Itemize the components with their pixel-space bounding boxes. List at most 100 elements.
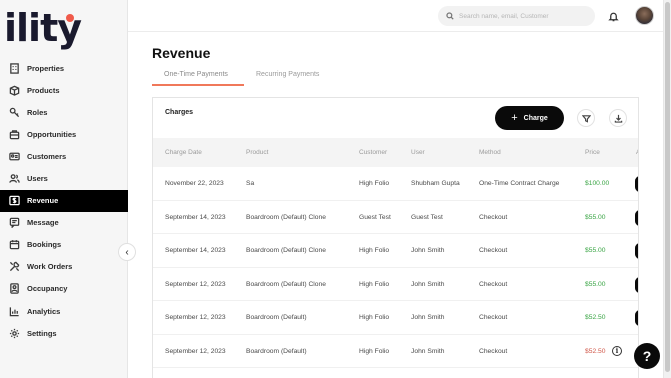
sidebar-item-occupancy[interactable]: Occupancy bbox=[0, 278, 128, 300]
sidebar-item-roles[interactable]: Roles bbox=[0, 101, 128, 123]
sidebar-item-products[interactable]: Products bbox=[0, 79, 128, 101]
cell-customer: High Folio bbox=[359, 180, 390, 187]
column-header-product[interactable]: Product bbox=[246, 149, 268, 156]
logo-dot bbox=[66, 14, 74, 22]
download-icon bbox=[614, 114, 622, 123]
user-avatar[interactable] bbox=[635, 6, 654, 25]
sidebar-item-work-orders[interactable]: Work Orders bbox=[0, 256, 128, 278]
search-input[interactable] bbox=[459, 12, 589, 20]
sidebar-item-properties[interactable]: Properties bbox=[0, 57, 128, 79]
box-icon bbox=[8, 84, 20, 96]
sidebar-item-label: Users bbox=[27, 174, 48, 184]
help-button[interactable]: ? bbox=[634, 343, 660, 369]
sidebar-item-message[interactable]: Message bbox=[0, 212, 128, 234]
notifications-button[interactable] bbox=[606, 9, 620, 23]
download-button[interactable] bbox=[609, 109, 627, 127]
dollar-icon bbox=[8, 195, 20, 207]
column-header-actions[interactable]: A bbox=[636, 149, 638, 156]
sidebar: ility Properties Products Roles Opportun… bbox=[0, 0, 128, 378]
cell-price: $100.00 bbox=[585, 180, 610, 187]
cell-method: One-Time Contract Charge bbox=[479, 180, 560, 187]
table-row[interactable]: September 12, 2023 Boardroom (Default) H… bbox=[153, 335, 638, 368]
cell-user: Guest Test bbox=[411, 213, 443, 221]
cell-user: John Smith bbox=[411, 280, 445, 288]
plus-icon: + bbox=[511, 112, 518, 124]
column-header-method[interactable]: Method bbox=[479, 149, 501, 156]
cell-charge-date: September 12, 2023 bbox=[165, 280, 226, 288]
sidebar-item-customers[interactable]: Customers bbox=[0, 145, 128, 167]
cell-user: Shubham Gupta bbox=[411, 180, 460, 187]
sidebar-item-label: Message bbox=[27, 218, 59, 228]
scrollbar-thumb[interactable] bbox=[665, 2, 670, 372]
table-row[interactable]: September 14, 2023 Boardroom (Default) C… bbox=[153, 234, 638, 268]
sidebar-item-users[interactable]: Users bbox=[0, 167, 128, 189]
topbar bbox=[128, 0, 671, 32]
sidebar-item-analytics[interactable]: Analytics bbox=[0, 300, 128, 322]
sidebar-item-label: Properties bbox=[27, 63, 65, 73]
logo[interactable]: ility bbox=[4, 4, 82, 48]
payment-tabs: One-Time Payments Recurring Payments bbox=[152, 68, 331, 86]
cell-customer: High Folio bbox=[359, 314, 390, 321]
cell-charge-date: November 22, 2023 bbox=[165, 180, 224, 187]
cell-method: Checkout bbox=[479, 314, 508, 321]
cell-charge-date: September 12, 2023 bbox=[165, 314, 226, 321]
table-row[interactable]: September 12, 2023 Boardroom (Default) C… bbox=[153, 268, 638, 301]
row-action-button[interactable] bbox=[635, 176, 638, 192]
row-action-button[interactable] bbox=[635, 209, 638, 226]
cell-method: Checkout bbox=[479, 247, 508, 254]
gear-icon bbox=[8, 327, 20, 339]
row-action-button[interactable] bbox=[635, 310, 638, 326]
add-charge-button[interactable]: + Charge bbox=[495, 106, 564, 130]
sidebar-collapse-button[interactable]: ‹ bbox=[118, 243, 136, 261]
cell-customer: Guest Test bbox=[359, 213, 391, 221]
sidebar-item-label: Occupancy bbox=[27, 284, 68, 294]
table-row[interactable]: September 14, 2023 Boardroom (Default) C… bbox=[153, 201, 638, 234]
sidebar-item-label: Customers bbox=[27, 151, 67, 161]
table-row[interactable]: September 12, 2023 Boardroom (Default) H… bbox=[153, 301, 638, 335]
sidebar-item-revenue[interactable]: Revenue bbox=[0, 189, 128, 212]
cell-customer: High Folio bbox=[359, 347, 390, 355]
sidebar-item-label: Opportunities bbox=[27, 129, 77, 139]
filter-button[interactable] bbox=[577, 109, 595, 127]
sidebar-item-settings[interactable]: Settings bbox=[0, 322, 128, 344]
column-header-customer[interactable]: Customer bbox=[359, 149, 387, 156]
page-title: Revenue bbox=[152, 45, 211, 61]
chevron-left-icon: ‹ bbox=[125, 246, 129, 258]
app-root: ility Properties Products Roles Opportun… bbox=[0, 0, 671, 378]
cell-method: Checkout bbox=[479, 347, 508, 355]
cell-method: Checkout bbox=[479, 213, 508, 221]
sidebar-item-label: Analytics bbox=[27, 306, 61, 316]
cell-product: Boardroom (Default) Clone bbox=[246, 247, 326, 254]
cell-price: $55.00 bbox=[585, 247, 606, 254]
bell-icon bbox=[607, 12, 619, 21]
sidebar-item-bookings[interactable]: Bookings bbox=[0, 234, 128, 256]
column-header-user[interactable]: User bbox=[411, 149, 425, 156]
cell-price: $52.50 bbox=[585, 347, 606, 355]
id-card-icon bbox=[8, 150, 20, 162]
key-icon bbox=[8, 106, 20, 118]
users-icon bbox=[8, 173, 20, 185]
row-action-button[interactable] bbox=[635, 276, 638, 293]
page-scrollbar[interactable] bbox=[663, 0, 671, 378]
search-box[interactable] bbox=[438, 6, 595, 26]
occupancy-icon bbox=[8, 283, 20, 295]
info-icon[interactable]: i bbox=[612, 345, 622, 356]
tab-recurring-payments[interactable]: Recurring Payments bbox=[244, 68, 331, 86]
cell-charge-date: September 14, 2023 bbox=[165, 247, 226, 254]
sidebar-item-label: Products bbox=[27, 85, 60, 95]
sidebar-item-opportunities[interactable]: Opportunities bbox=[0, 123, 128, 145]
sidebar-nav: Properties Products Roles Opportunities … bbox=[0, 57, 128, 344]
search-icon bbox=[446, 12, 454, 20]
row-action-button[interactable] bbox=[635, 243, 638, 259]
column-header-price[interactable]: Price bbox=[585, 149, 600, 156]
column-header-charge-date[interactable]: Charge Date bbox=[165, 149, 202, 156]
table-row[interactable]: November 22, 2023 Sa High Folio Shubham … bbox=[153, 167, 638, 201]
sidebar-item-label: Revenue bbox=[27, 196, 59, 206]
tab-one-time-payments[interactable]: One-Time Payments bbox=[152, 68, 244, 86]
cell-product: Sa bbox=[246, 180, 255, 187]
cell-user: John Smith bbox=[411, 247, 445, 254]
briefcase-icon bbox=[8, 128, 20, 140]
cell-product: Boardroom (Default) Clone bbox=[246, 213, 326, 221]
cell-customer: High Folio bbox=[359, 280, 390, 288]
chart-icon bbox=[8, 305, 20, 317]
